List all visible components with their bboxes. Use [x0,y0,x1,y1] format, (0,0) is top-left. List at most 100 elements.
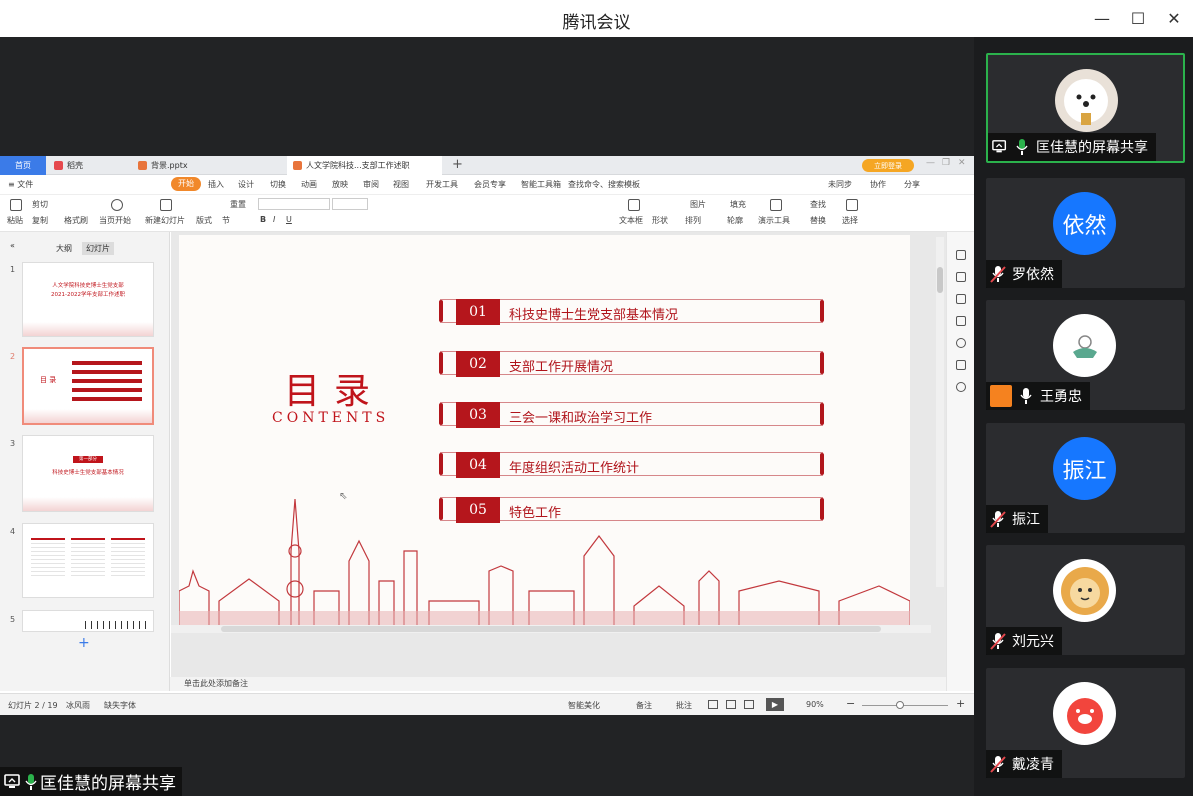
missing-font-button[interactable]: 缺失字体 [104,700,136,711]
paste-icon[interactable] [10,199,22,211]
wps-minimize-icon[interactable]: — [926,158,935,168]
location-icon[interactable] [956,382,966,392]
slide-thumbnail-5[interactable] [22,610,154,632]
menu-review[interactable]: 审阅 [363,179,379,190]
slide-thumbnail-1[interactable]: 人文学院科技史博士生党支部 2021-2022学年支部工作述职 [22,262,154,337]
presentation-tools-icon[interactable] [770,199,782,211]
paint-bucket-icon[interactable] [956,250,966,260]
menu-start[interactable]: 开始 [171,177,201,191]
copy-icon[interactable] [956,316,966,326]
participant-tile[interactable]: 戴凌青 [986,668,1185,778]
toc-item-4[interactable]: 04 年度组织活动工作统计 [439,452,824,478]
menu-view[interactable]: 视图 [393,179,409,190]
zoom-in-button[interactable]: + [956,697,965,710]
collapse-panel-icon[interactable]: « [6,240,19,251]
participant-tile[interactable]: 匡佳慧的屏幕共享 [986,53,1185,163]
tab-active-document[interactable]: 人文学院科技...支部工作述职 [287,156,442,175]
fill-button[interactable]: 填充 [730,199,746,210]
textbox-icon[interactable] [628,199,640,211]
arrange-button[interactable]: 排列 [685,215,701,226]
tab-outline[interactable]: 大纲 [52,242,76,255]
muted-microphone-icon [990,633,1006,650]
play-from-current-icon[interactable] [111,199,123,211]
find-button[interactable]: 查找 [810,199,826,210]
toc-item-2[interactable]: 02 支部工作开展情况 [439,351,824,377]
shape-button[interactable]: 形状 [652,215,668,226]
slide-thumbnail-4[interactable] [22,523,154,598]
bold-button[interactable]: B [260,215,266,224]
zoom-slider-handle[interactable] [896,701,904,709]
play-slideshow-icon[interactable]: ▶ [766,698,784,711]
menu-insert[interactable]: 插入 [208,179,224,190]
menu-design[interactable]: 设计 [238,179,254,190]
toc-item-1[interactable]: 01 科技史博士生党支部基本情况 [439,299,824,325]
theme-name[interactable]: 冰风雨 [66,700,90,711]
smart-beautify-button[interactable]: 智能美化 [568,700,600,711]
picture-button[interactable]: 图片 [690,199,706,210]
slide-thumbnail-2[interactable]: 目 录 [22,347,154,425]
slide-thumbnail-3[interactable]: 第一部分 科技史博士生党支部基本情况 [22,435,154,512]
layout-button[interactable]: 版式 [196,215,212,226]
font-size-select[interactable] [332,198,368,210]
participant-tile[interactable]: 依然 罗依然 [986,178,1185,288]
zoom-slider[interactable] [862,705,948,706]
comments-button[interactable]: 批注 [676,700,692,711]
share-button[interactable]: 分享 [904,179,920,190]
menu-smart-tools[interactable]: 智能工具箱 [521,179,561,190]
new-tab-button[interactable]: + [452,157,463,172]
select-icon[interactable] [846,199,858,211]
tab-slides[interactable]: 幻灯片 [82,242,114,255]
image-icon[interactable] [956,360,966,370]
normal-view-icon[interactable] [708,700,718,709]
font-name-select[interactable] [258,198,330,210]
vertical-scrollbar[interactable] [936,237,944,587]
adjust-icon[interactable] [956,272,966,282]
cut-button[interactable]: 剪切 [32,199,48,210]
close-button[interactable]: ✕ [1160,6,1188,30]
login-button[interactable]: 立即登录 [862,159,914,172]
sync-status[interactable]: 未同步 [828,179,852,190]
tab-docer[interactable]: 稻壳 [48,156,130,175]
copy-button[interactable]: 复制 [32,215,48,226]
new-slide-icon[interactable] [160,199,172,211]
tab-home[interactable]: 首页 [0,156,46,175]
menu-animation[interactable]: 动画 [301,179,317,190]
maximize-button[interactable]: ☐ [1124,6,1152,30]
italic-button[interactable]: I [273,215,275,224]
participant-tile[interactable]: 王勇忠 [986,300,1185,410]
menu-slideshow[interactable]: 放映 [332,179,348,190]
menu-member[interactable]: 会员专享 [474,179,506,190]
format-painter-button[interactable]: 格式刷 [64,215,88,226]
wps-close-icon[interactable]: ✕ [958,158,966,168]
help-icon[interactable] [956,338,966,348]
replace-button[interactable]: 替换 [810,215,826,226]
participant-tile[interactable]: 振江 振江 [986,423,1185,533]
zoom-level[interactable]: 90% [806,700,824,709]
underline-button[interactable]: U [286,215,292,224]
section-button[interactable]: 节 [222,215,230,226]
menu-developer[interactable]: 开发工具 [426,179,458,190]
horizontal-scrollbar[interactable] [171,625,931,633]
reset-button[interactable]: 重置 [230,199,246,210]
tab-background-pptx[interactable]: 背景.pptx [132,156,272,175]
add-slide-button[interactable]: + [78,635,90,651]
current-slide[interactable]: 目录 CONTENTS 01 科技史博士生党支部基本情况 02 支部工作开展情况 [179,235,910,631]
command-search[interactable]: 查找命令、搜索模板 [568,179,640,190]
thumb4-column [111,538,145,578]
pointer-icon[interactable] [956,294,966,304]
slide-number: 4 [10,527,16,536]
wps-restore-icon[interactable]: ❐ [942,158,950,168]
menu-file[interactable]: ≡ 文件 [8,179,33,190]
reading-view-icon[interactable] [744,700,754,709]
notes-toggle-button[interactable]: 备注 [636,700,652,711]
sorter-view-icon[interactable] [726,700,736,709]
participant-tile[interactable]: 刘元兴 [986,545,1185,655]
menu-transition[interactable]: 切换 [270,179,286,190]
toc-item-3[interactable]: 03 三会一课和政治学习工作 [439,402,824,428]
zoom-out-button[interactable]: − [846,697,855,710]
screen-share-indicator[interactable]: 匡佳慧的屏幕共享 [0,767,182,796]
notes-area[interactable]: 单击此处添加备注 [170,677,946,691]
minimize-button[interactable]: — [1088,6,1116,30]
collaborate-button[interactable]: 协作 [870,179,886,190]
outline-button[interactable]: 轮廓 [727,215,743,226]
